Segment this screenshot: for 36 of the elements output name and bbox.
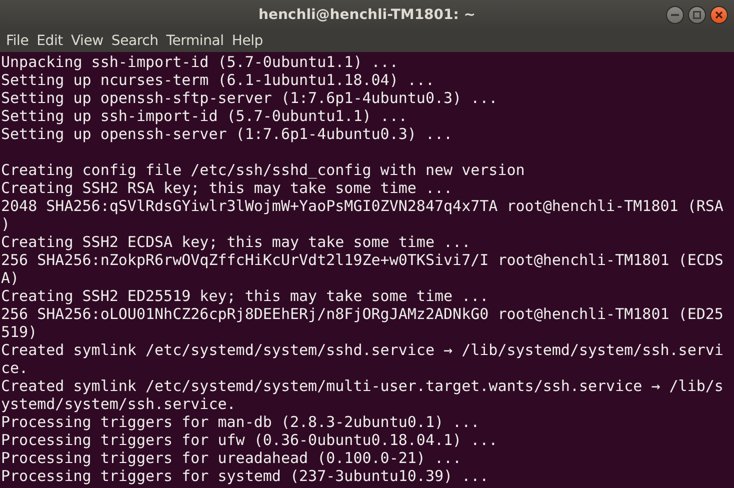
minimize-icon [671,11,679,19]
terminal-line: A) [1,269,20,287]
terminal-line: Creating config file /etc/ssh/sshd_config with new version [1,161,526,179]
menu-item[interactable]: Terminal [162,33,228,49]
menu-item[interactable]: View [66,33,108,49]
terminal-line: 2048 SHA256:qSVlRdsGYiwlr3lWojmW+YaoPsMGI0ZVN2847q4x7TA root@henchli-TM1801 (RSA [1,197,724,215]
terminal-line: Creating SSH2 ED25519 key; this may take some time ... [1,287,490,305]
terminal-line: ystemd/system/ssh.service. [1,395,237,413]
menu-item[interactable]: Search [107,33,162,49]
terminal-line: Processing triggers for systemd (237-3ubuntu10.39) ... [1,467,490,485]
terminal-line: Created symlink /etc/systemd/system/sshd.service → /lib/systemd/system/ssh.servi [1,341,724,359]
terminal-line: Setting up openssh-sftp-server (1:7.6p1-4ubuntu0.3) ... [1,89,499,107]
menu-item[interactable]: Help [228,33,267,49]
terminal-line: Created symlink /etc/systemd/system/multi-user.target.wants/ssh.service → /lib/s [1,377,724,395]
terminal-line: Creating SSH2 RSA key; this may take some time ... [1,179,454,197]
terminal-line: Setting up ncurses-term (6.1-1ubuntu1.18.04) ... [1,71,436,89]
terminal-line: ) [1,215,12,233]
terminal-line: Processing triggers for ureadahead (0.100.0-21) ... [1,449,463,467]
menu-item[interactable]: Edit [32,33,67,49]
terminal-line: ce. [1,359,30,377]
close-icon [715,11,723,19]
minimize-button[interactable] [666,6,684,24]
terminal-line: Unpacking ssh-import-id (5.7-0ubuntu1.1) ... [1,53,400,71]
maximize-button[interactable] [688,6,706,24]
close-button[interactable] [710,6,728,24]
window-title: henchli@henchli-TM1801: ~ [258,7,476,23]
terminal-line: 256 SHA256:nZokpR6rwOVqZffcHiKcUrVdt2l19Ze+w0TKSivi7/I root@henchli-TM1801 (ECDS [1,251,724,269]
terminal-line: Creating SSH2 ECDSA key; this may take some time ... [1,233,472,251]
terminal-line: Processing triggers for man-db (2.8.3-2ubuntu0.1) ... [1,413,481,431]
terminal-line: 519) [1,323,38,341]
terminal-line: Setting up openssh-server (1:7.6p1-4ubuntu0.3) ... [1,125,454,143]
maximize-icon [693,11,701,19]
menu-item[interactable]: File [2,33,33,49]
terminal-line: Processing triggers for ufw (0.36-0ubuntu0.18.04.1) ... [1,431,499,449]
terminal-line: Setting up ssh-import-id (5.7-0ubuntu1.1) ... [1,107,408,125]
terminal-line: 256 SHA256:oLOU01NhCZ26cpRj8DEEhERj/n8FjORgJAMz2ADNkG0 root@henchli-TM1801 (ED25 [1,305,724,323]
